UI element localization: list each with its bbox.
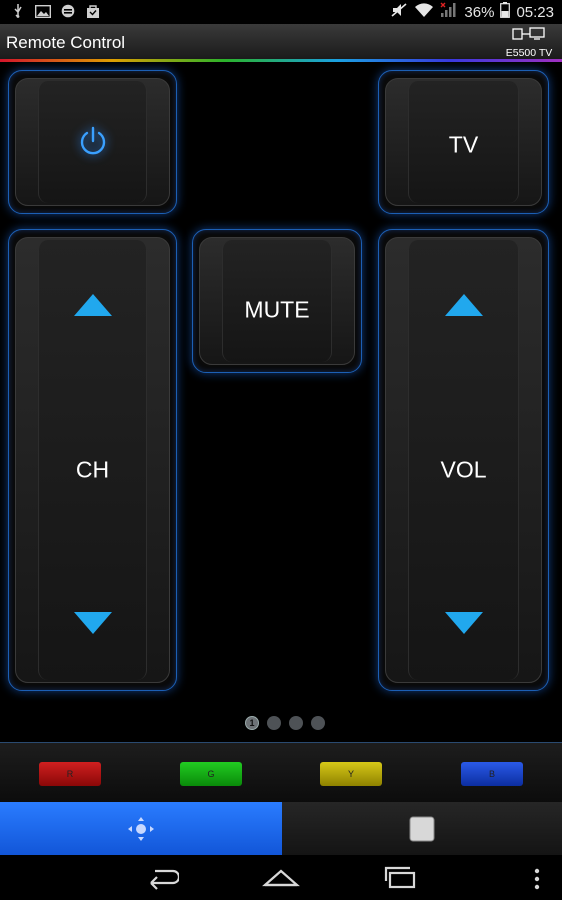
red-key-label: R (66, 769, 74, 779)
status-bar: 36% 05:23 (0, 0, 562, 24)
device-connection-icon (512, 27, 546, 45)
usb-icon (10, 4, 26, 18)
page-dot-4[interactable] (311, 716, 325, 730)
recent-apps-icon[interactable] (384, 863, 418, 896)
channel-label: CH (75, 456, 110, 483)
connected-device-indicator[interactable]: E5500 TV (502, 27, 556, 59)
page-dot-3[interactable] (289, 716, 303, 730)
clock: 05:23 (516, 3, 554, 21)
mute-icon (390, 2, 408, 22)
yellow-key-label: Y (347, 769, 354, 779)
volume-up-button[interactable] (444, 294, 483, 316)
power-icon (77, 125, 109, 162)
mute-button-label: MUTE (244, 296, 310, 323)
dpad-icon (127, 816, 155, 847)
power-button[interactable] (8, 70, 177, 214)
system-indicators: 36% 05:23 (390, 2, 554, 22)
page-dot-2[interactable] (267, 716, 281, 730)
remote-panel: TV MUTE CH VOL (0, 62, 562, 742)
mode-tabs (0, 802, 562, 855)
battery-icon (500, 2, 511, 22)
green-key[interactable]: G (180, 762, 242, 786)
battery-percent: 36% (464, 3, 495, 21)
color-keys-bar: R G Y B (0, 742, 562, 803)
tv-button-label: TV (448, 131, 479, 158)
blue-key[interactable]: B (461, 762, 523, 786)
wifi-icon (414, 2, 434, 22)
signal-icon (440, 2, 458, 22)
device-label: E5500 TV (505, 47, 553, 59)
bag-icon (85, 4, 101, 18)
page-indicator: 1 (245, 716, 325, 730)
blue-key-label: B (488, 769, 495, 779)
image-icon (35, 4, 51, 18)
channel-up-button[interactable] (73, 294, 112, 316)
keypad-tab[interactable] (282, 802, 562, 855)
yellow-key[interactable]: Y (320, 762, 382, 786)
navigation-bar (0, 855, 562, 900)
shield-icon (60, 4, 76, 18)
app-title-bar: Remote Control E5500 TV (0, 24, 562, 60)
back-icon[interactable] (145, 863, 181, 896)
page-dot-1[interactable]: 1 (245, 716, 259, 730)
green-key-label: G (207, 769, 215, 779)
channel-down-button[interactable] (73, 612, 112, 634)
tv-button[interactable]: TV (378, 70, 549, 214)
square-icon (409, 816, 435, 847)
menu-icon[interactable] (532, 863, 542, 896)
home-icon[interactable] (262, 863, 300, 896)
volume-down-button[interactable] (444, 612, 483, 634)
dpad-tab[interactable] (0, 802, 282, 855)
app-title: Remote Control (6, 33, 126, 52)
red-key[interactable]: R (39, 762, 101, 786)
notification-icons (10, 4, 101, 18)
mute-button[interactable]: MUTE (192, 229, 362, 373)
channel-rocker: CH (8, 229, 177, 691)
volume-rocker: VOL (378, 229, 549, 691)
volume-label: VOL (440, 456, 487, 483)
